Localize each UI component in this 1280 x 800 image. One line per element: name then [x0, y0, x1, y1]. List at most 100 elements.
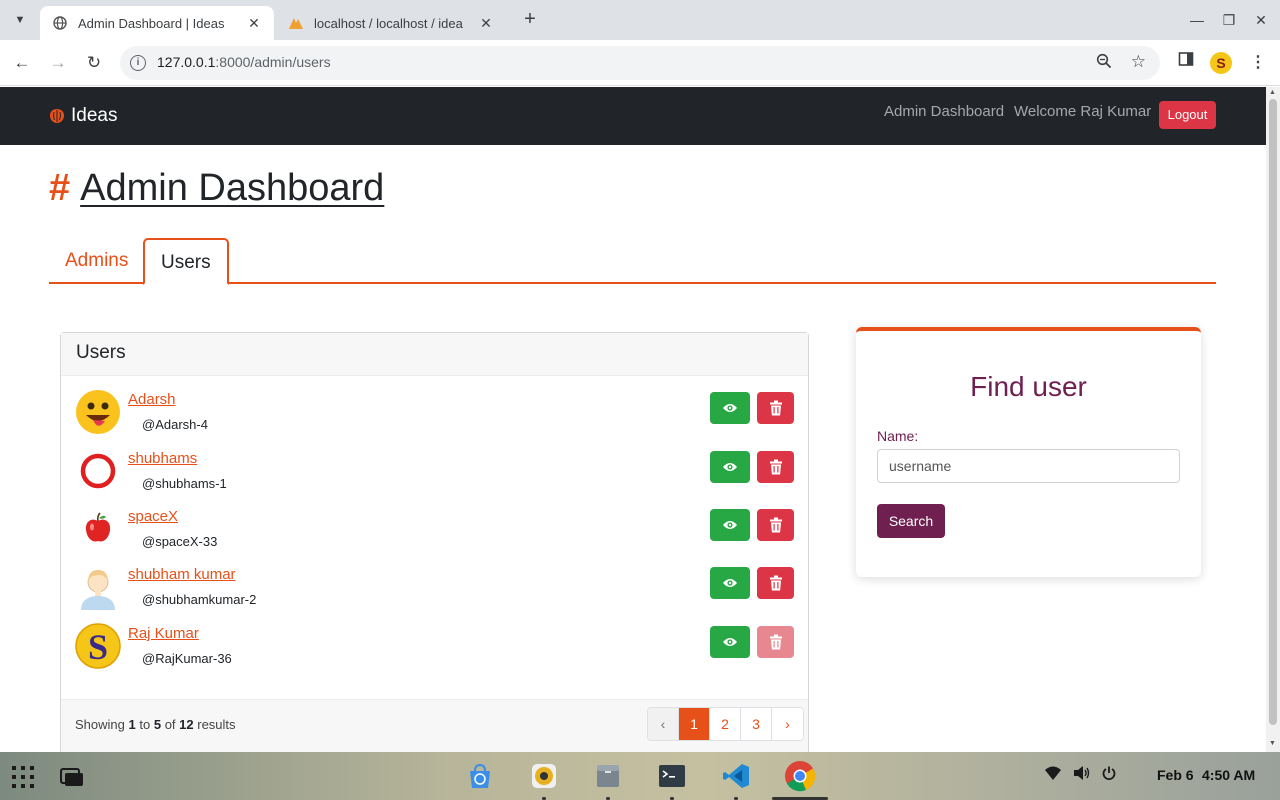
- eye-icon: [723, 463, 737, 471]
- volume-icon[interactable]: [1073, 766, 1091, 783]
- wifi-icon[interactable]: [1045, 766, 1061, 783]
- user-row: spaceX @spaceX-33: [75, 506, 795, 554]
- browser-toolbar: ← → ↻ i 127.0.0.1:8000/admin/users ☆ S ⋮: [0, 40, 1280, 86]
- back-icon[interactable]: ←: [10, 51, 34, 75]
- users-card: Users Adarsh @Adarsh-4 shubhams @shubham…: [60, 332, 809, 752]
- eye-icon: [723, 638, 737, 646]
- pagination-page-1[interactable]: 1: [679, 708, 710, 740]
- pagination: ‹ 1 2 3 ›: [647, 707, 804, 741]
- pagination-prev[interactable]: ‹: [648, 708, 679, 740]
- browser-tab-admin-dashboard[interactable]: Admin Dashboard | Ideas ✕: [40, 6, 274, 40]
- delete-user-button[interactable]: [757, 451, 794, 483]
- nav-welcome-user[interactable]: Welcome Raj Kumar: [1014, 103, 1151, 120]
- page-scrollbar[interactable]: ▲ ▼: [1266, 87, 1280, 752]
- pagination-next[interactable]: ›: [772, 708, 803, 740]
- power-icon[interactable]: [1102, 766, 1116, 783]
- browser-tab-strip: ▼ Admin Dashboard | Ideas ✕ localhost / …: [0, 0, 1280, 40]
- view-user-button[interactable]: [710, 451, 750, 483]
- trash-icon: [769, 634, 782, 650]
- site-info-icon[interactable]: i: [130, 55, 146, 71]
- user-handle: @spaceX-33: [142, 534, 218, 549]
- eye-icon: [723, 521, 737, 529]
- taskbar-time[interactable]: 4:50 AM: [1202, 767, 1255, 783]
- view-user-button[interactable]: [710, 567, 750, 599]
- phpmyadmin-icon: [288, 15, 304, 31]
- forward-icon[interactable]: →: [46, 51, 70, 75]
- scroll-down-arrow-icon[interactable]: ▼: [1269, 740, 1276, 747]
- close-tab-icon[interactable]: ✕: [246, 15, 262, 32]
- avatar-red-ring: [75, 448, 121, 494]
- url-host: 127.0.0.1: [157, 54, 216, 70]
- users-card-footer: Showing 1 to 5 of 12 results ‹ 1 2 3 ›: [61, 699, 808, 752]
- delete-user-button-disabled[interactable]: [757, 626, 794, 658]
- pagination-page-2[interactable]: 2: [710, 708, 741, 740]
- tab-search-icon[interactable]: ▼: [8, 8, 32, 32]
- os-taskbar: Feb 6 4:50 AM: [0, 752, 1280, 800]
- tab-users[interactable]: Users: [143, 238, 229, 285]
- eye-icon: [723, 404, 737, 412]
- logout-button[interactable]: Logout: [1159, 101, 1216, 129]
- find-user-title: Find user: [970, 371, 1087, 402]
- web-page: Ideas Admin Dashboard Welcome Raj Kumar …: [0, 87, 1266, 752]
- user-name-link[interactable]: shubhams: [128, 450, 197, 467]
- user-name-link[interactable]: spaceX: [128, 508, 178, 525]
- files-icon[interactable]: [594, 762, 622, 790]
- url-text[interactable]: 127.0.0.1:8000/admin/users: [157, 54, 331, 70]
- window-overview-icon[interactable]: [60, 765, 86, 787]
- user-name-link[interactable]: shubham kumar: [128, 566, 236, 583]
- brain-logo-icon: [49, 108, 65, 124]
- trash-icon: [769, 400, 782, 416]
- page-title-text[interactable]: Admin Dashboard: [80, 167, 384, 210]
- user-row: S Raj Kumar @RajKumar-36: [75, 623, 795, 671]
- app-grid-icon[interactable]: [10, 764, 36, 790]
- view-user-button[interactable]: [710, 392, 750, 424]
- brand[interactable]: Ideas: [49, 105, 117, 127]
- user-name-link[interactable]: Adarsh: [128, 391, 176, 408]
- avatar-apple: [75, 506, 121, 552]
- summary-total: 12: [179, 717, 194, 732]
- find-user-panel: Find user Name: Search: [856, 327, 1201, 577]
- user-handle: @shubhamkumar-2: [142, 592, 257, 607]
- view-user-button[interactable]: [710, 509, 750, 541]
- minimize-icon[interactable]: —: [1185, 8, 1209, 32]
- tab-admins[interactable]: Admins: [49, 238, 144, 284]
- view-user-button[interactable]: [710, 626, 750, 658]
- brand-text: Ideas: [71, 105, 118, 126]
- chrome-icon[interactable]: [784, 760, 816, 792]
- scroll-up-arrow-icon[interactable]: ▲: [1269, 89, 1276, 96]
- side-panel-icon[interactable]: [1174, 51, 1198, 75]
- new-tab-icon[interactable]: +: [518, 8, 542, 32]
- rhythmbox-icon[interactable]: [530, 762, 558, 790]
- summary-suffix: results: [197, 717, 236, 732]
- delete-user-button[interactable]: [757, 392, 794, 424]
- close-tab-icon[interactable]: ✕: [478, 15, 494, 32]
- delete-user-button[interactable]: [757, 509, 794, 541]
- zoom-icon[interactable]: [1096, 53, 1112, 74]
- user-name-link[interactable]: Raj Kumar: [128, 625, 199, 642]
- pagination-page-3[interactable]: 3: [741, 708, 772, 740]
- username-search-input[interactable]: [877, 449, 1180, 483]
- user-handle: @RajKumar-36: [142, 651, 232, 666]
- avatar-smiley: [75, 389, 121, 435]
- search-button[interactable]: Search: [877, 504, 945, 538]
- address-bar[interactable]: i 127.0.0.1:8000/admin/users ☆: [120, 46, 1160, 80]
- delete-user-button[interactable]: [757, 567, 794, 599]
- scrollbar-thumb[interactable]: [1269, 99, 1277, 725]
- reload-icon[interactable]: ↻: [82, 51, 106, 75]
- summary-to: 5: [153, 717, 162, 732]
- globe-icon: [52, 15, 68, 31]
- vscode-icon[interactable]: [722, 762, 750, 790]
- software-store-icon[interactable]: [466, 762, 494, 790]
- url-path: :8000/admin/users: [215, 54, 331, 70]
- browser-tab-phpmyadmin[interactable]: localhost / localhost / idea ✕: [276, 6, 506, 40]
- menu-kebab-icon[interactable]: ⋮: [1246, 51, 1270, 75]
- bookmark-star-icon[interactable]: ☆: [1131, 52, 1146, 72]
- user-row: shubham kumar @shubhamkumar-2: [75, 564, 795, 612]
- restore-icon[interactable]: ❐: [1217, 8, 1241, 32]
- admin-tabs: Admins Users: [49, 238, 1216, 285]
- profile-avatar[interactable]: S: [1210, 52, 1232, 74]
- nav-admin-dashboard[interactable]: Admin Dashboard: [884, 103, 1004, 120]
- taskbar-date[interactable]: Feb 6: [1157, 767, 1194, 783]
- terminal-icon[interactable]: [658, 762, 686, 790]
- close-window-icon[interactable]: ✕: [1249, 8, 1273, 32]
